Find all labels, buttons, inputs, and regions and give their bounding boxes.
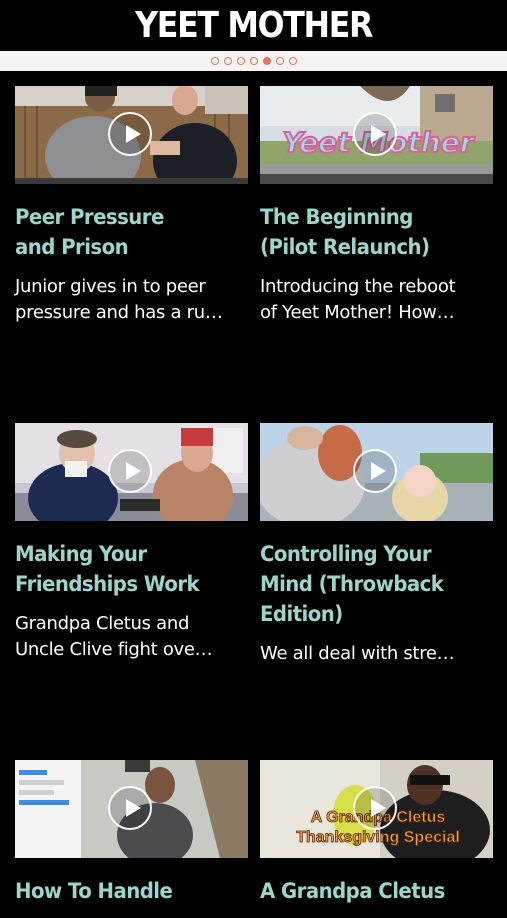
play-icon[interactable] xyxy=(353,449,397,493)
video-thumbnail[interactable] xyxy=(15,423,248,521)
page-indicator xyxy=(0,51,507,71)
video-thumbnail[interactable] xyxy=(15,86,248,184)
video-card[interactable]: A Grandpa Cletus Thanksgiving Special A … xyxy=(260,760,493,918)
play-icon[interactable] xyxy=(353,112,397,156)
video-title[interactable]: Making Your Friendships Work xyxy=(15,539,234,599)
video-thumbnail[interactable] xyxy=(15,760,248,858)
app-header: YEET MOTHER xyxy=(0,0,507,50)
video-card[interactable]: How To Handle xyxy=(15,760,248,918)
video-card[interactable]: Making Your Friendships Work Grandpa Clet… xyxy=(15,423,248,663)
video-thumbnail[interactable]: A Grandpa Cletus Thanksgiving Special xyxy=(260,760,493,858)
video-card[interactable]: Controlling Your Mind (Throwback Edition) … xyxy=(260,423,493,667)
page-dot[interactable] xyxy=(223,57,232,65)
play-icon[interactable] xyxy=(353,786,397,830)
page-dot[interactable] xyxy=(210,57,219,65)
video-description: Junior gives in to peer pressure and has … xyxy=(15,276,223,323)
play-icon[interactable] xyxy=(108,112,152,156)
svg-text:Thanksgiving Special: Thanksgiving Special xyxy=(296,829,460,846)
play-icon[interactable] xyxy=(108,786,152,830)
video-thumbnail[interactable]: Yeet Mother xyxy=(260,86,493,184)
video-description: We all deal with stre… xyxy=(260,643,455,664)
page-dot[interactable] xyxy=(288,57,297,65)
page-dot[interactable] xyxy=(275,57,284,65)
app-title: YEET MOTHER xyxy=(135,4,373,46)
page-dot[interactable] xyxy=(236,57,245,65)
video-description: Introducing the reboot of Yeet Mother! Ho… xyxy=(260,276,456,323)
video-card[interactable]: Yeet Mother The Beginning (Pilot Relaunch… xyxy=(260,86,493,326)
video-title[interactable]: The Beginning (Pilot Relaunch) xyxy=(260,202,479,262)
page-dot[interactable] xyxy=(249,57,258,65)
video-title[interactable]: Peer Pressure and Prison xyxy=(15,202,234,262)
page-dot[interactable] xyxy=(262,57,271,65)
video-title[interactable]: Controlling Your Mind (Throwback Edition) xyxy=(260,539,479,629)
video-card[interactable]: Peer Pressure and Prison Junior gives in … xyxy=(15,86,248,326)
video-title[interactable]: A Grandpa Cletus xyxy=(260,876,479,906)
video-title[interactable]: How To Handle xyxy=(15,876,234,906)
play-icon[interactable] xyxy=(108,449,152,493)
video-description: Grandpa Cletus and Uncle Clive fight ove… xyxy=(15,613,213,660)
video-thumbnail[interactable] xyxy=(260,423,493,521)
